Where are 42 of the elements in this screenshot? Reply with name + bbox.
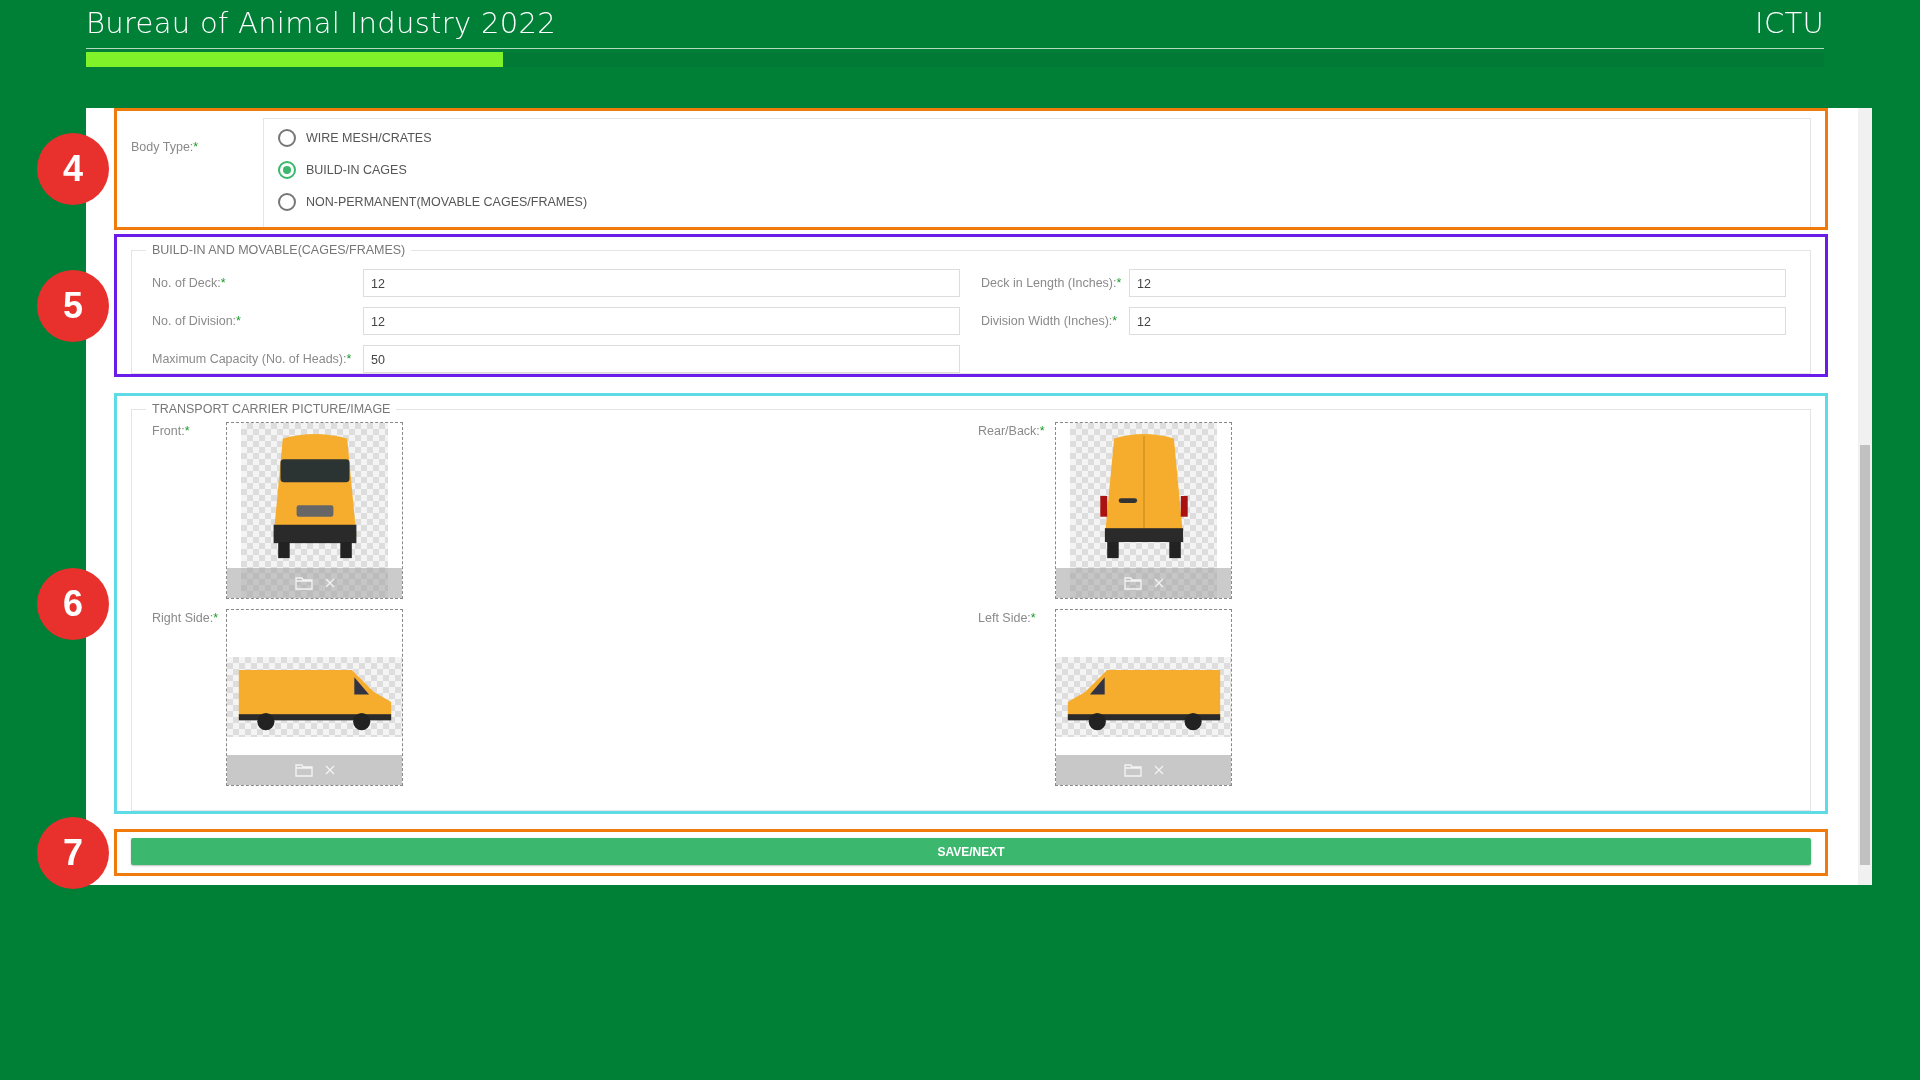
radio-option[interactable]: BUILD-IN CAGES — [278, 161, 1810, 179]
folder-icon[interactable] — [1123, 763, 1142, 777]
close-icon[interactable] — [324, 578, 335, 588]
image-upload-tile[interactable] — [1055, 609, 1232, 786]
folder-icon[interactable] — [1123, 576, 1142, 590]
input-field[interactable]: 12 — [1129, 307, 1786, 335]
field-label: Right Side:* — [152, 610, 220, 627]
step-badge: 4 — [37, 133, 109, 205]
close-icon[interactable] — [1153, 765, 1164, 775]
radio-option[interactable]: WIRE MESH/CRATES — [278, 129, 1810, 147]
field-label: Left Side:* — [978, 610, 1037, 627]
image-upload-tile[interactable] — [226, 609, 403, 786]
radio-icon[interactable] — [278, 129, 296, 147]
fieldset-legend: BUILD-IN AND MOVABLE(CAGES/FRAMES) — [146, 243, 412, 257]
field-label: Rear/Back:* — [978, 423, 1046, 440]
input-field[interactable]: 12 — [363, 269, 960, 297]
field-label: Front:* — [152, 423, 191, 440]
folder-icon[interactable] — [294, 763, 313, 777]
field-label: Maximum Capacity (No. of Heads):* — [152, 352, 353, 366]
field-label: Body Type:* — [131, 139, 200, 156]
close-icon[interactable] — [1153, 578, 1164, 588]
step-badge: 5 — [37, 269, 109, 342]
input-field[interactable]: 12 — [1129, 269, 1786, 297]
field-label: No. of Deck:* — [152, 276, 227, 290]
radio-icon[interactable] — [278, 161, 296, 179]
step-badge: 7 — [37, 816, 109, 889]
input-field[interactable]: 50 — [363, 345, 960, 373]
fieldset-legend: TRANSPORT CARRIER PICTURE/IMAGE — [146, 402, 397, 416]
field-label: No. of Division:* — [152, 314, 242, 328]
image-upload-tile[interactable] — [1055, 422, 1232, 599]
image-upload-tile[interactable] — [226, 422, 403, 599]
input-field[interactable]: 12 — [363, 307, 960, 335]
folder-icon[interactable] — [294, 576, 313, 590]
scrollbar[interactable] — [1858, 108, 1872, 885]
step-badge: 6 — [37, 567, 109, 640]
app-title: Bureau of Animal Industry 2022 — [86, 6, 556, 40]
field-label: Division Width (Inches):* — [981, 314, 1119, 328]
radio-icon[interactable] — [278, 193, 296, 211]
field-label: Deck in Length (Inches):* — [981, 276, 1123, 290]
radio-option[interactable]: NON-PERMANENT(MOVABLE CAGES/FRAMES) — [278, 193, 1810, 211]
brand-name: ICTU — [1755, 6, 1824, 40]
close-icon[interactable] — [324, 765, 335, 775]
